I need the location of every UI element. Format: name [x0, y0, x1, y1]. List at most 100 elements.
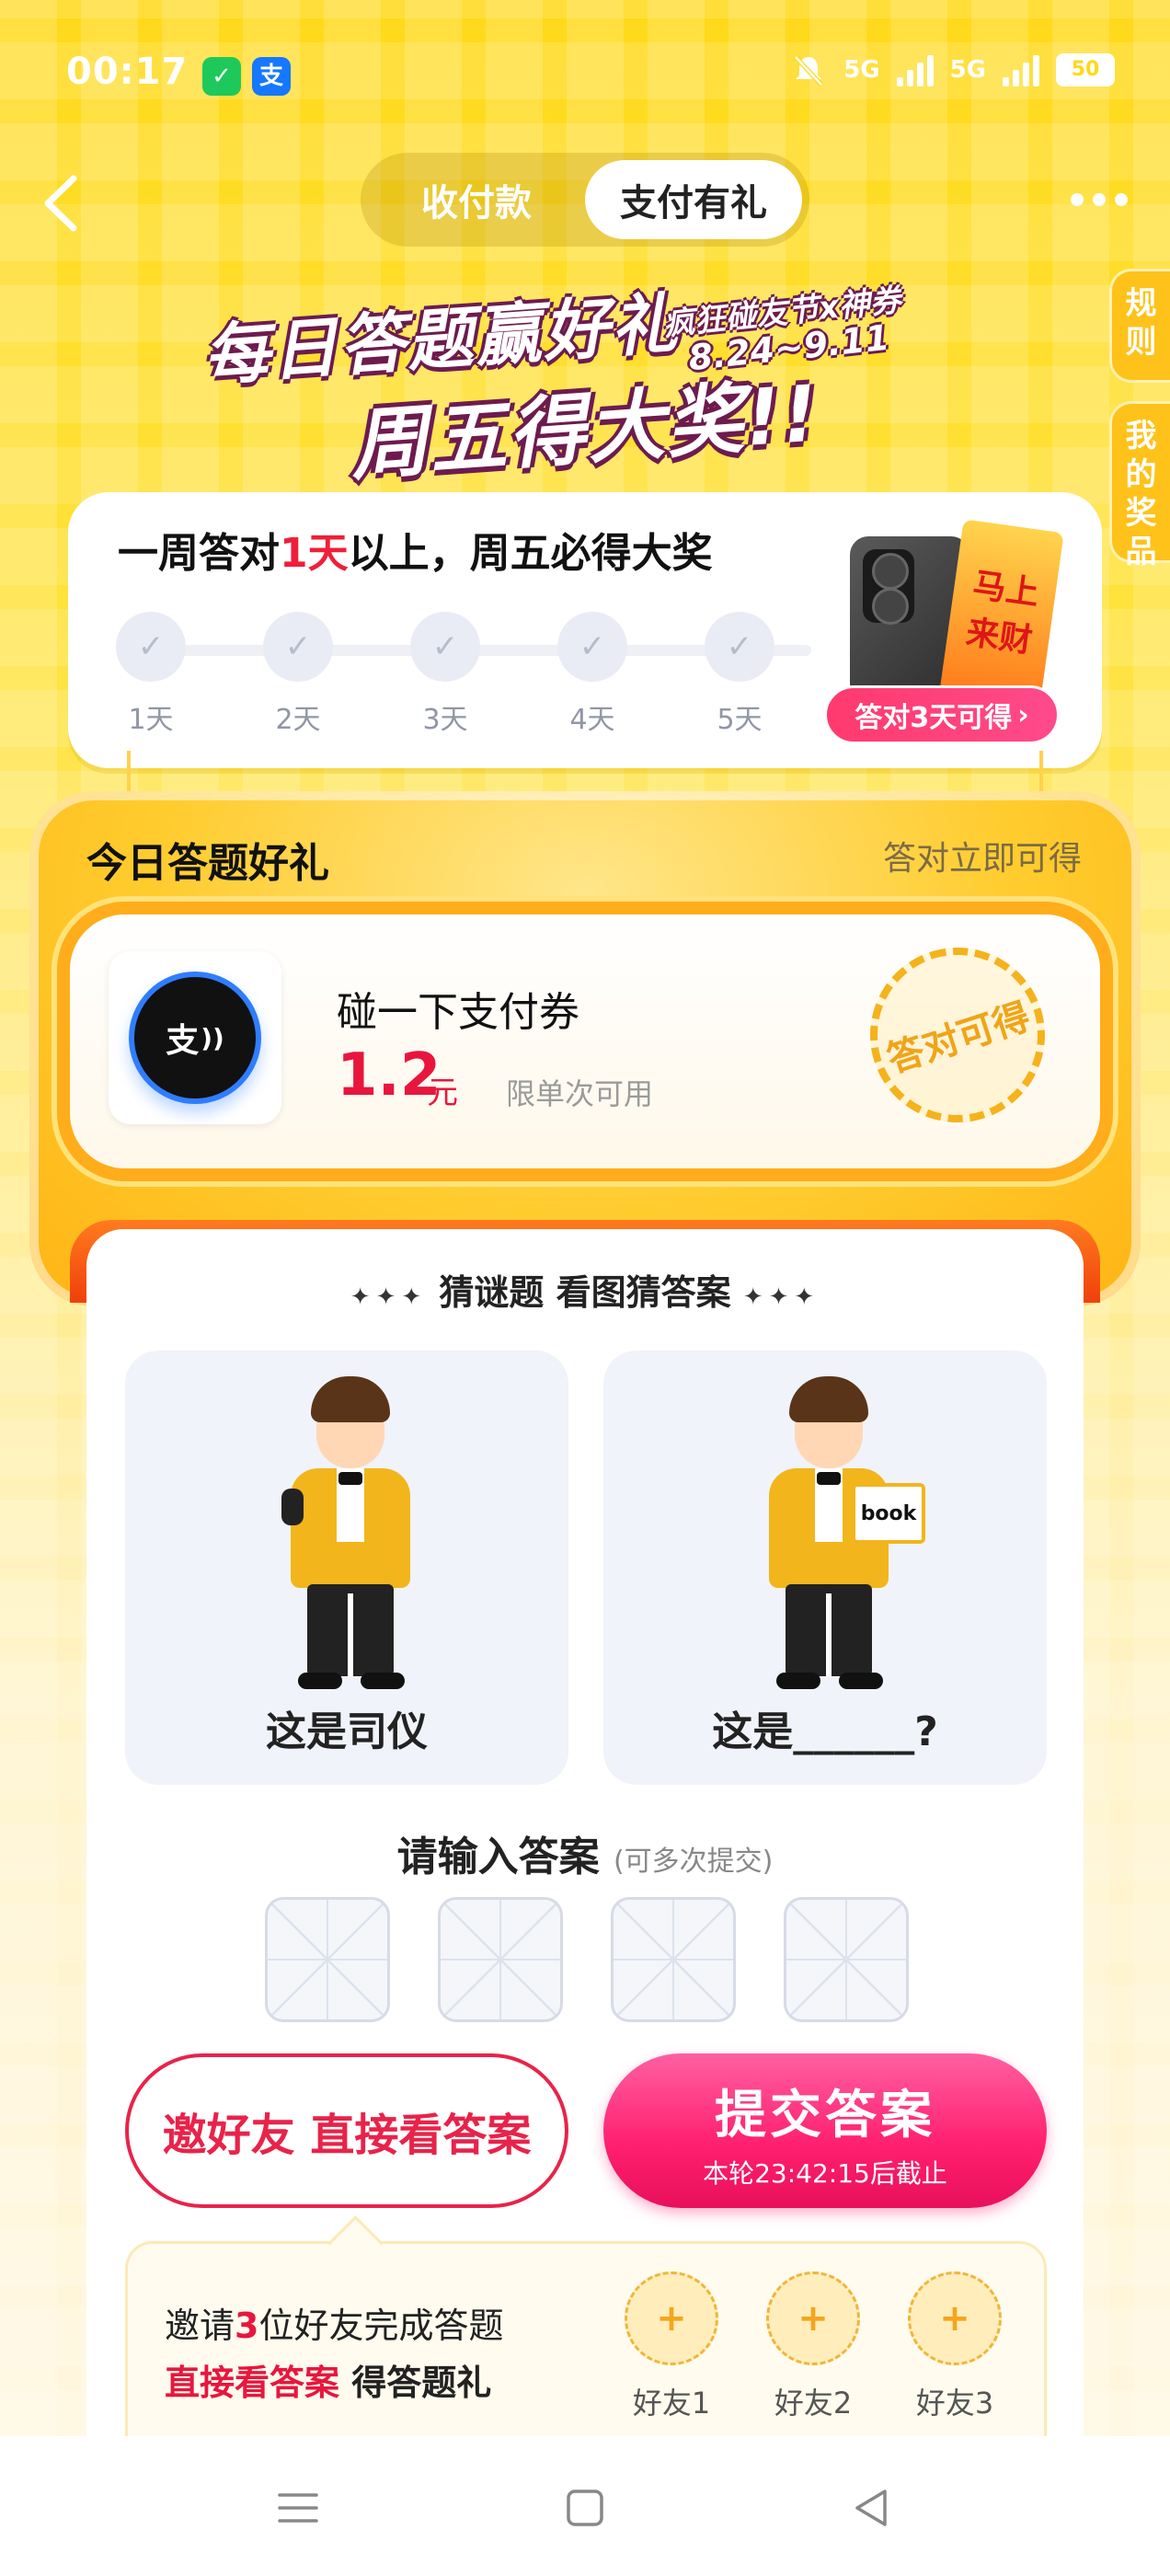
invite-reward-text: 得答题礼: [339, 2363, 492, 2403]
microphone-icon: [281, 1489, 304, 1525]
day-label: 2天: [275, 704, 321, 736]
check-icon: ✓: [557, 612, 627, 682]
answer-correct-stamp: 答对可得: [847, 925, 1068, 1145]
coupon-name: 碰一下支付券: [337, 989, 579, 1036]
day-step-4: ✓ 4天: [557, 612, 627, 737]
answer-char-input-1[interactable]: [265, 1897, 390, 2022]
back-triangle-icon[interactable]: [844, 2480, 900, 2536]
friend-slot-1[interactable]: + 好友1: [625, 2271, 718, 2422]
check-icon: ✓: [705, 612, 774, 682]
day-label: 5天: [717, 704, 763, 736]
plus-icon: +: [766, 2271, 860, 2365]
status-icons: 5G 5G 50: [790, 52, 1115, 88]
weekly-goal-title: 一周答对1天以上，周五必得大奖: [118, 520, 713, 579]
my-prizes-side-tab[interactable]: 我的奖品: [1109, 401, 1170, 570]
more-button[interactable]: [1071, 193, 1128, 206]
day-label: 3天: [422, 704, 468, 736]
hair: [311, 1376, 390, 1422]
host-with-book-image: book: [751, 1376, 925, 1689]
tab-payment-rewards[interactable]: 支付有礼: [585, 160, 802, 239]
hair: [789, 1376, 868, 1422]
heading-deco-right: ✦✦✦: [742, 1283, 820, 1311]
daily-gift-title: 今日答题好礼: [86, 840, 329, 887]
friend-slots: + 好友1 + 好友2 + 好友3: [625, 2271, 1002, 2422]
status-time: 00:17: [66, 51, 189, 93]
grand-prize-cta-label: 答对3天可得: [855, 702, 1013, 734]
rules-side-tab[interactable]: 规则: [1109, 269, 1170, 383]
invite-friends-card: 邀请3位好友完成答题 直接看答案 得答题礼 + 好友1 + 好友2 + 好友3: [125, 2241, 1047, 2444]
alipay-tap-icon: 支)): [129, 972, 261, 1104]
invite-count: 3: [235, 2306, 259, 2346]
signal-icon-2: [1003, 53, 1039, 86]
shoe: [839, 1673, 883, 1689]
chevron-right-icon: ›: [1017, 698, 1029, 731]
nfc-wave-icon: )): [201, 1022, 224, 1053]
invite-reward-highlight: 直接看答案: [165, 2363, 340, 2403]
answer-char-input-3[interactable]: [611, 1897, 736, 2022]
right-caption: 这是______?: [712, 1708, 938, 1755]
heading-deco-left: ✦✦✦: [350, 1283, 428, 1311]
weekly-goal-days: 1天: [280, 530, 349, 577]
invite-description: 邀请3位好友完成答题: [165, 2297, 503, 2348]
day-step-1: ✓ 1天: [116, 612, 186, 737]
menu-icon[interactable]: [270, 2480, 326, 2536]
ellipsis-icon: [1071, 193, 1084, 206]
wechat-notification-icon: ✓: [202, 57, 241, 96]
network-label-2: 5G: [949, 56, 986, 84]
shoe: [776, 1673, 820, 1689]
coupon-card[interactable]: 支)) 碰一下支付券 1.2 元 限单次可用 答对可得: [70, 914, 1100, 1168]
left-caption: 这是司仪: [266, 1708, 428, 1755]
quiz-heading-text: 猜谜题 看图猜答案: [439, 1272, 731, 1313]
quiz-heading: ✦✦✦ 猜谜题 看图猜答案 ✦✦✦: [86, 1264, 1084, 1315]
submit-deadline: 本轮23:42:15后截止: [703, 2158, 947, 2189]
answer-char-input-4[interactable]: [784, 1897, 909, 2022]
red-packet-text: 马上来财: [963, 566, 1042, 661]
answer-title-text: 请输入答案: [396, 1834, 600, 1880]
coupon-unit: 元: [427, 1075, 458, 1111]
signal-icon: [896, 53, 934, 86]
friend-label: 好友1: [632, 2386, 711, 2421]
answer-char-input-2[interactable]: [438, 1897, 563, 2022]
friend-label: 好友2: [774, 2386, 853, 2421]
weekly-goal-text-post: 以上，周五必得大奖: [348, 530, 713, 577]
status-bar: 00:17 ✓ 支 5G 5G 50: [0, 0, 1170, 147]
alipay-notification-icon: 支: [252, 57, 291, 96]
check-icon: ✓: [410, 612, 480, 682]
check-icon: ✓: [263, 612, 333, 682]
answer-input-boxes: [265, 1897, 909, 2022]
daily-gift-subtitle: 答对立即可得: [882, 840, 1082, 878]
friend-slot-2[interactable]: + 好友2: [766, 2271, 860, 2422]
grand-prize-cta-button[interactable]: 答对3天可得 ›: [824, 685, 1060, 744]
weekly-progress-card: 一周答对1天以上，周五必得大奖 ✓ 1天 ✓ 2天 ✓ 3天 ✓ 4天 ✓ 5天 马上来财…: [68, 492, 1102, 768]
friend-slot-3[interactable]: + 好友3: [908, 2271, 1002, 2422]
invite-text-pre: 邀请: [165, 2306, 235, 2346]
chevron-left-icon: [44, 175, 77, 232]
submit-answer-button[interactable]: 提交答案 本轮23:42:15后截止: [603, 2053, 1047, 2208]
invite-text-post: 位好友完成答题: [258, 2306, 504, 2346]
answer-title: 请输入答案 (可多次提交): [86, 1823, 1084, 1882]
quiz-card: ✦✦✦ 猜谜题 看图猜答案 ✦✦✦ 这是司仪 book 这是______? 请输…: [86, 1229, 1084, 2444]
battery-icon: 50: [1056, 53, 1115, 86]
plus-icon: +: [625, 2271, 718, 2365]
plus-icon: +: [908, 2271, 1002, 2365]
day-label: 1天: [128, 704, 174, 736]
bow-tie: [338, 1472, 362, 1485]
coupon-amount: 1.2: [337, 1041, 442, 1110]
ellipsis-dot: [1115, 193, 1128, 206]
tab-payment-code[interactable]: 收付款: [368, 160, 585, 239]
back-button[interactable]: [39, 171, 83, 236]
trousers: [307, 1584, 394, 1676]
weekly-goal-text-pre: 一周答对: [118, 530, 280, 577]
coupon-icon-frame: 支)): [109, 951, 281, 1124]
bow-tie: [817, 1472, 841, 1485]
invite-friends-button[interactable]: 邀好友 直接看答案: [125, 2053, 568, 2208]
shoe: [298, 1673, 342, 1689]
friend-label: 好友3: [915, 2386, 994, 2421]
day-step-5: ✓ 5天: [705, 612, 774, 737]
ellipsis-dot: [1093, 193, 1106, 206]
submit-answer-label: 提交答案: [715, 2086, 935, 2145]
hint-image-card-right: book 这是______?: [603, 1351, 1047, 1785]
weekly-progress-track: ✓ 1天 ✓ 2天 ✓ 3天 ✓ 4天 ✓ 5天: [116, 612, 852, 736]
home-square-icon[interactable]: [557, 2480, 613, 2536]
trousers: [786, 1584, 872, 1676]
